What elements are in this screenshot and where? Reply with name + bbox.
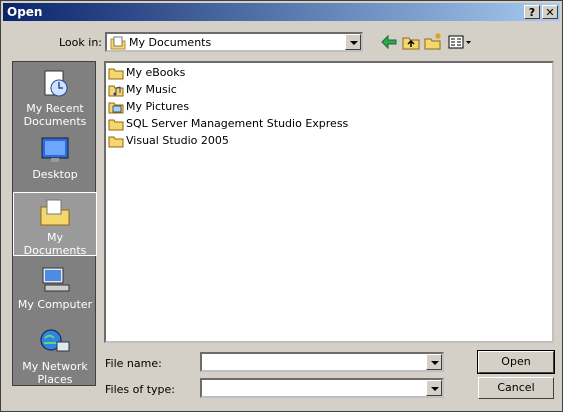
open-dialog: Open ? ✕ Look in: My Documents My Recent… <box>0 0 563 412</box>
list-item[interactable]: Visual Studio 2005 <box>108 133 229 149</box>
place-my-network-places[interactable]: My Network Places <box>13 322 97 386</box>
desktop-icon <box>41 137 69 162</box>
file-name-text: Visual Studio 2005 <box>126 134 229 147</box>
look-in-label: Look in: <box>59 36 102 49</box>
back-arrow-icon[interactable] <box>379 32 399 52</box>
file-name-text: SQL Server Management Studio Express <box>126 117 349 130</box>
file-name-text: My Pictures <box>126 100 190 113</box>
files-of-type-combo[interactable] <box>200 378 444 398</box>
my-computer-icon <box>42 267 70 292</box>
place-my-recent-documents[interactable]: My Recent Documents <box>13 64 97 128</box>
file-name-label: File name: <box>105 357 162 370</box>
file-name-text: My eBooks <box>126 66 186 79</box>
folder-icon <box>108 119 124 131</box>
folder-icon <box>108 136 124 148</box>
title-bar[interactable]: Open ? ✕ <box>3 3 560 21</box>
cancel-button[interactable]: Cancel <box>478 377 554 399</box>
list-item[interactable]: My Pictures <box>108 99 189 115</box>
up-folder-icon[interactable] <box>401 32 421 52</box>
pictures-folder-icon <box>108 102 124 114</box>
look-in-combo[interactable]: My Documents <box>105 32 363 52</box>
places-bar: My Recent Documents Desktop My Documents <box>12 61 97 386</box>
folder-icon <box>108 68 124 80</box>
place-label: Desktop <box>32 168 78 181</box>
place-label: My Documents <box>23 231 87 257</box>
file-list[interactable]: My eBooks My Music My Pictures SQL Serve… <box>104 61 554 343</box>
views-menu-icon[interactable] <box>447 32 473 52</box>
look-in-dropdown-arrow[interactable] <box>345 34 361 50</box>
place-my-documents[interactable]: My Documents <box>13 192 97 257</box>
open-button[interactable]: Open <box>477 350 555 374</box>
my-documents-icon <box>40 199 70 226</box>
place-label: My Recent Documents <box>23 102 87 128</box>
place-desktop[interactable]: Desktop <box>13 130 97 186</box>
look-in-value: My Documents <box>129 36 212 49</box>
window-title: Open <box>7 5 43 19</box>
place-label: My Network Places <box>22 360 88 386</box>
close-button[interactable]: ✕ <box>542 5 558 19</box>
my-documents-small-icon <box>110 36 126 50</box>
help-button[interactable]: ? <box>524 5 540 19</box>
list-item[interactable]: My Music <box>108 82 177 98</box>
file-name-dropdown-arrow[interactable] <box>426 354 442 370</box>
list-item[interactable]: My eBooks <box>108 65 185 81</box>
file-name-text: My Music <box>126 83 177 96</box>
music-folder-icon <box>108 85 124 97</box>
place-my-computer[interactable]: My Computer <box>13 260 97 316</box>
new-folder-icon[interactable] <box>423 32 443 52</box>
file-name-combo[interactable] <box>200 352 444 372</box>
list-item[interactable]: SQL Server Management Studio Express <box>108 116 348 132</box>
files-of-type-label: Files of type: <box>105 383 176 396</box>
files-of-type-dropdown-arrow[interactable] <box>426 380 442 396</box>
place-label: My Computer <box>17 298 93 311</box>
network-places-icon <box>40 329 70 352</box>
recent-documents-icon <box>44 70 68 97</box>
